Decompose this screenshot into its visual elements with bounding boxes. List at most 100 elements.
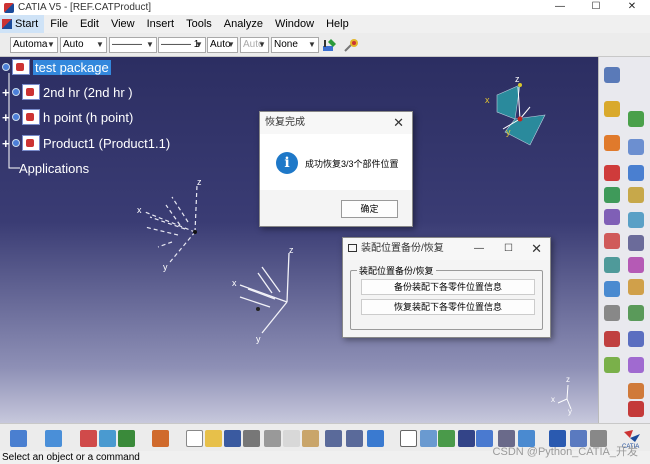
lineweight-combo[interactable]: ——— 1 ▼ [158, 37, 206, 53]
select-icon[interactable] [604, 135, 620, 151]
layer-combo[interactable]: Auto ▼ [240, 37, 269, 53]
explode-icon[interactable] [604, 257, 620, 273]
publish-icon[interactable] [628, 401, 644, 417]
axis-label-y: y [163, 262, 168, 272]
knowledge-icon[interactable] [438, 430, 455, 447]
scenes-icon[interactable] [604, 331, 620, 347]
grid-icon[interactable] [152, 430, 169, 447]
reuse-pattern-icon[interactable] [628, 235, 644, 251]
chevron-down-icon: ▼ [146, 40, 154, 49]
compass-label-z: z [515, 74, 520, 84]
text-icon[interactable] [628, 331, 644, 347]
comment-icon[interactable] [420, 430, 437, 447]
compass[interactable] [496, 83, 546, 146]
product-structure-icon[interactable] [604, 67, 620, 83]
origin-point [256, 307, 260, 311]
chevron-down-icon: ▼ [227, 40, 235, 49]
tree-expand-icon[interactable] [476, 430, 493, 447]
watermark: CSDN @Python_CATIA_开发 [492, 446, 638, 458]
menu-start[interactable]: Start [0, 15, 45, 33]
undo-icon[interactable] [325, 430, 342, 447]
close-button[interactable]: ✕ [614, 0, 650, 15]
catalog-icon[interactable] [604, 357, 620, 373]
backup-positions-button[interactable]: 备份装配下各零件位置信息 [361, 279, 535, 295]
menu-insert[interactable]: Insert [141, 15, 181, 33]
chevron-down-icon: ▼ [195, 40, 203, 49]
product-manager-icon[interactable] [10, 430, 27, 447]
flag-icon[interactable] [628, 357, 644, 373]
dialog-title-bar: 恢复完成 ✕ [260, 112, 412, 134]
table-icon[interactable] [458, 430, 475, 447]
axis-label-x: x [232, 278, 237, 288]
menu-start-label: Start [15, 18, 39, 30]
layer-filter-icon[interactable] [45, 430, 62, 447]
fix-together-icon[interactable] [628, 212, 644, 228]
distance-icon[interactable] [628, 279, 644, 295]
cut-icon[interactable] [264, 430, 281, 447]
catia-app-icon [4, 2, 14, 13]
offset-icon[interactable] [604, 187, 620, 203]
dialog-close-button[interactable]: ✕ [531, 238, 542, 260]
right-toolbar [598, 57, 650, 423]
properties-toolbar: Automa ▼ Auto ▼ ——— ▼ ——— 1 ▼ Auto ▼ Auto ▼ No… [0, 33, 650, 57]
dialog-close-button[interactable]: ✕ [393, 112, 404, 134]
mini-axis [557, 384, 572, 410]
save-icon[interactable] [224, 430, 241, 447]
copy-icon[interactable] [283, 430, 300, 447]
transparency-combo[interactable]: Auto ▼ [60, 37, 107, 53]
dialog-body: i 成功恢复3/3个部件位置 [260, 134, 412, 190]
manipulate-icon[interactable] [628, 111, 644, 127]
print-icon[interactable] [243, 430, 260, 447]
sectioning-icon[interactable] [604, 281, 620, 297]
point-combo[interactable]: Auto ▼ [207, 37, 238, 53]
compass-label-x: x [485, 95, 490, 105]
clash-icon[interactable] [628, 257, 644, 273]
mini-axis-label-z: z [566, 375, 570, 384]
hide-show-icon[interactable] [118, 430, 135, 447]
menu-help[interactable]: Help [320, 15, 355, 33]
fix-icon[interactable] [604, 209, 620, 225]
menu-view[interactable]: View [105, 15, 141, 33]
annotation-icon[interactable] [604, 305, 620, 321]
dialog-message: 成功恢复3/3个部件位置 [305, 159, 399, 169]
new-icon[interactable] [186, 430, 203, 447]
color-combo[interactable]: Automa ▼ [10, 37, 58, 53]
menu-file[interactable]: File [44, 15, 74, 33]
formula-icon[interactable] [400, 430, 417, 447]
whats-this-icon[interactable] [367, 430, 384, 447]
angle-icon[interactable] [628, 187, 644, 203]
redo-icon[interactable] [346, 430, 363, 447]
ok-button[interactable]: 确定 [341, 200, 398, 218]
maximize-button[interactable]: ☐ [578, 0, 614, 15]
update-icon[interactable] [604, 233, 620, 249]
restore-positions-button[interactable]: 恢复装配下各零件位置信息 [361, 299, 535, 315]
swap-visible-icon[interactable] [99, 430, 116, 447]
paste-icon[interactable] [302, 430, 319, 447]
snap-icon[interactable] [628, 139, 644, 155]
contact-icon[interactable] [628, 165, 644, 181]
menu-tools[interactable]: Tools [180, 15, 218, 33]
measure-icon[interactable] [628, 305, 644, 321]
axis-label-z: z [289, 245, 294, 255]
chevron-down-icon: ▼ [96, 40, 104, 49]
linetype-combo[interactable]: ——— ▼ [109, 37, 157, 53]
dialog-minimize-button[interactable]: — [474, 238, 484, 260]
menu-edit[interactable]: Edit [74, 15, 105, 33]
sensor-icon[interactable] [628, 383, 644, 399]
brush-icon[interactable] [343, 37, 360, 54]
menu-window[interactable]: Window [269, 15, 320, 33]
chevron-down-icon: ▼ [308, 40, 316, 49]
menu-analyze[interactable]: Analyze [218, 15, 269, 33]
none-combo[interactable]: None ▼ [271, 37, 319, 53]
chevron-down-icon: ▼ [258, 40, 266, 49]
open-icon[interactable] [205, 430, 222, 447]
move-icon[interactable] [604, 101, 620, 117]
dialog-maximize-button[interactable]: ☐ [504, 238, 513, 260]
backup-group: 装配位置备份/恢复 备份装配下各零件位置信息 恢复装配下各零件位置信息 [350, 264, 543, 330]
painter-icon[interactable] [321, 37, 338, 54]
window-title: CATIA V5 - [REF.CATProduct] [18, 2, 151, 13]
catalog-browser-icon[interactable] [80, 430, 97, 447]
minimize-button[interactable]: — [542, 0, 578, 15]
constraint-icon[interactable] [604, 165, 620, 181]
mini-axis-label-y: y [568, 407, 572, 416]
